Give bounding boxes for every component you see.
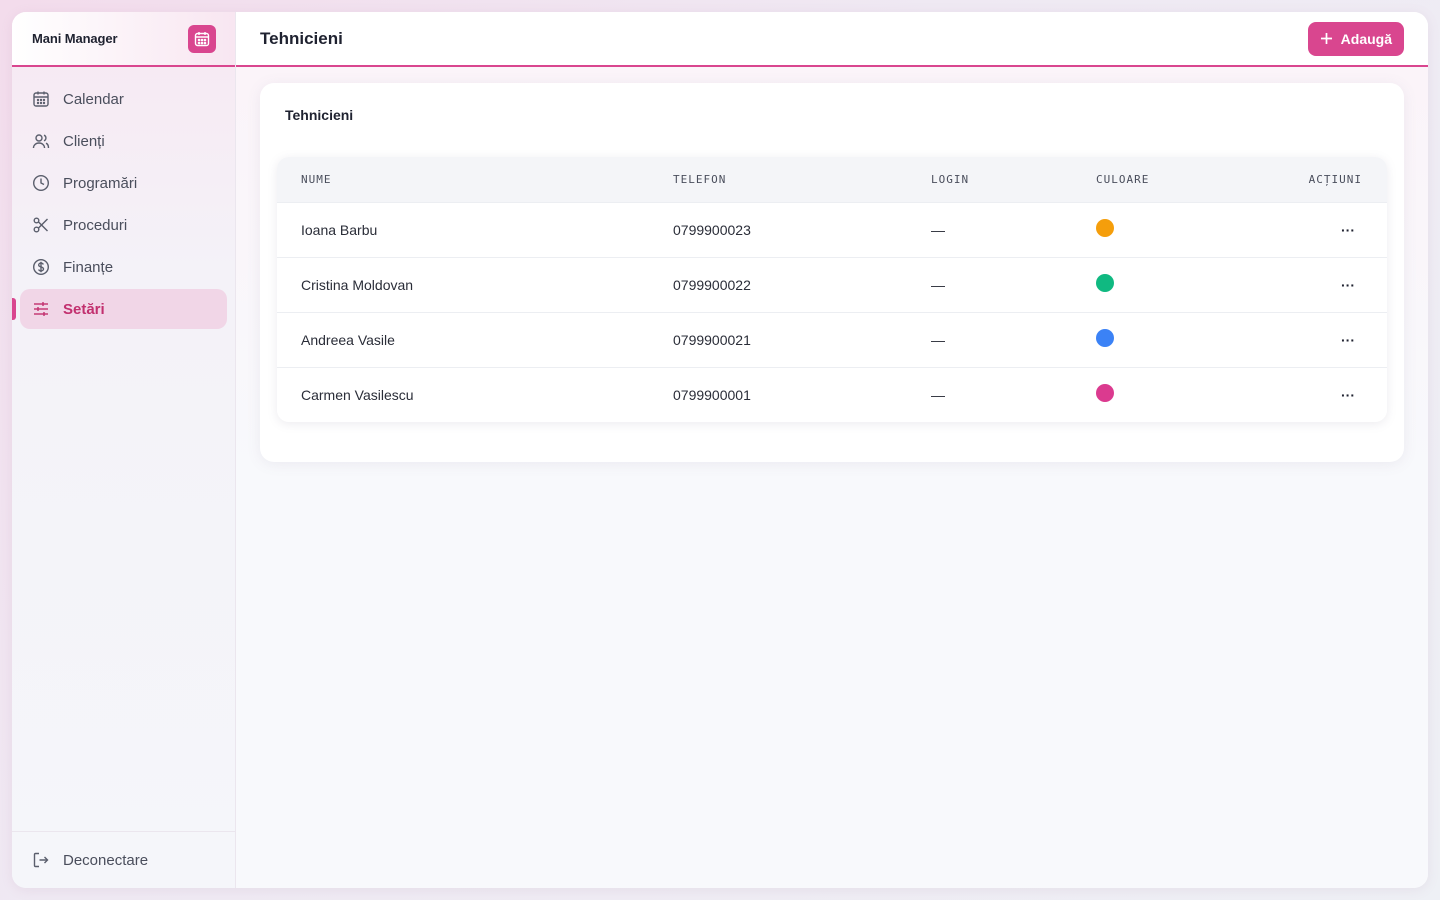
sidebar-item-label: Setări [63,300,105,318]
logout-icon [33,852,49,868]
technician-color-cell [1072,201,1237,257]
add-button-label: Adaugă [1340,30,1392,47]
sidebar-item-proceduri[interactable]: Proceduri [20,205,227,245]
technician-name: Andreea Vasile [277,311,649,367]
dollar-circle-icon [32,258,50,276]
color-dot [1096,384,1114,403]
content-area: Tehnicieni NUME TELEFON LOGIN CULOARE AC… [236,67,1428,888]
technician-name: Carmen Vasilescu [277,366,649,422]
table-row[interactable]: Ioana Barbu 0799900023 — ··· [277,201,1387,257]
actions-cell: ··· [1237,366,1387,422]
calendar-logo-icon [188,24,216,53]
technician-login: — [907,256,1072,312]
sidebar-item-label: Finanțe [63,258,114,276]
brand-name: Mani Manager [32,31,118,46]
sidebar-item-programari[interactable]: Programări [20,163,227,203]
logout-label: Deconectare [63,851,149,869]
page-title: Tehnicieni [260,28,343,48]
actions-cell: ··· [1237,311,1387,367]
technician-color-cell [1072,311,1237,367]
column-header-phone: TELEFON [649,157,907,202]
technician-login: — [907,366,1072,422]
actions-cell: ··· [1237,256,1387,312]
sidebar-item-label: Clienți [63,132,105,150]
table-row[interactable]: Cristina Moldovan 0799900022 — ··· [277,256,1387,312]
technician-color-cell [1072,256,1237,312]
technician-name: Cristina Moldovan [277,256,649,312]
calendar-icon [33,91,49,107]
more-actions-button[interactable]: ··· [1341,387,1355,403]
scissors-icon [33,217,48,233]
card-title: Tehnicieni [285,107,354,123]
clock-icon [32,174,50,192]
technician-login: — [907,201,1072,257]
technician-name: Ioana Barbu [277,201,649,257]
main-area: Tehnicieni Adaugă Tehnicieni NUME TELEFO… [236,12,1428,888]
actions-cell: ··· [1237,201,1387,257]
sidebar-nav: Calendar Clienți Programări Proceduri Fi… [12,67,235,343]
brand-header: Mani Manager [12,12,235,67]
table-row[interactable]: Andreea Vasile 0799900021 — ··· [277,311,1387,367]
sidebar-item-calendar[interactable]: Calendar [20,79,227,119]
technicians-card: Tehnicieni NUME TELEFON LOGIN CULOARE AC… [260,83,1404,462]
sidebar-item-setari[interactable]: Setări [12,289,227,329]
sidebar-item-label: Proceduri [63,216,128,234]
technician-phone: 0799900022 [649,256,907,312]
column-header-name: NUME [277,157,649,202]
color-dot [1096,218,1114,237]
column-header-login: LOGIN [907,157,1072,202]
logout-button[interactable]: Deconectare [12,831,235,888]
more-actions-button[interactable]: ··· [1341,277,1355,293]
table-row[interactable]: Carmen Vasilescu 0799900001 — ··· [277,366,1387,422]
sidebar: Mani Manager Calendar Clienți Programări… [12,12,236,888]
technician-login: — [907,311,1072,367]
technician-phone: 0799900001 [649,366,907,422]
add-button[interactable]: Adaugă [1307,21,1404,56]
column-header-actions: ACȚIUNI [1237,157,1387,202]
more-actions-button[interactable]: ··· [1341,222,1355,238]
app-window: Mani Manager Calendar Clienți Programări… [12,12,1428,888]
sidebar-item-clienti[interactable]: Clienți [20,121,227,161]
technicians-table-wrap: NUME TELEFON LOGIN CULOARE ACȚIUNI Ioana… [277,157,1387,422]
sidebar-item-label: Calendar [63,90,124,108]
technician-color-cell [1072,366,1237,422]
sidebar-item-finante[interactable]: Finanțe [20,247,227,287]
color-dot [1096,328,1114,347]
technician-phone: 0799900021 [649,311,907,367]
column-header-color: CULOARE [1072,157,1237,202]
technician-phone: 0799900023 [649,201,907,257]
table-header-row: NUME TELEFON LOGIN CULOARE ACȚIUNI [277,157,1387,202]
users-icon [32,134,50,149]
topbar: Tehnicieni Adaugă [236,12,1428,67]
technicians-table: NUME TELEFON LOGIN CULOARE ACȚIUNI Ioana… [277,157,1387,422]
color-dot [1096,273,1114,292]
sliders-icon [34,302,48,316]
sidebar-item-label: Programări [63,174,138,192]
plus-icon [1320,33,1332,44]
more-actions-button[interactable]: ··· [1341,332,1355,348]
